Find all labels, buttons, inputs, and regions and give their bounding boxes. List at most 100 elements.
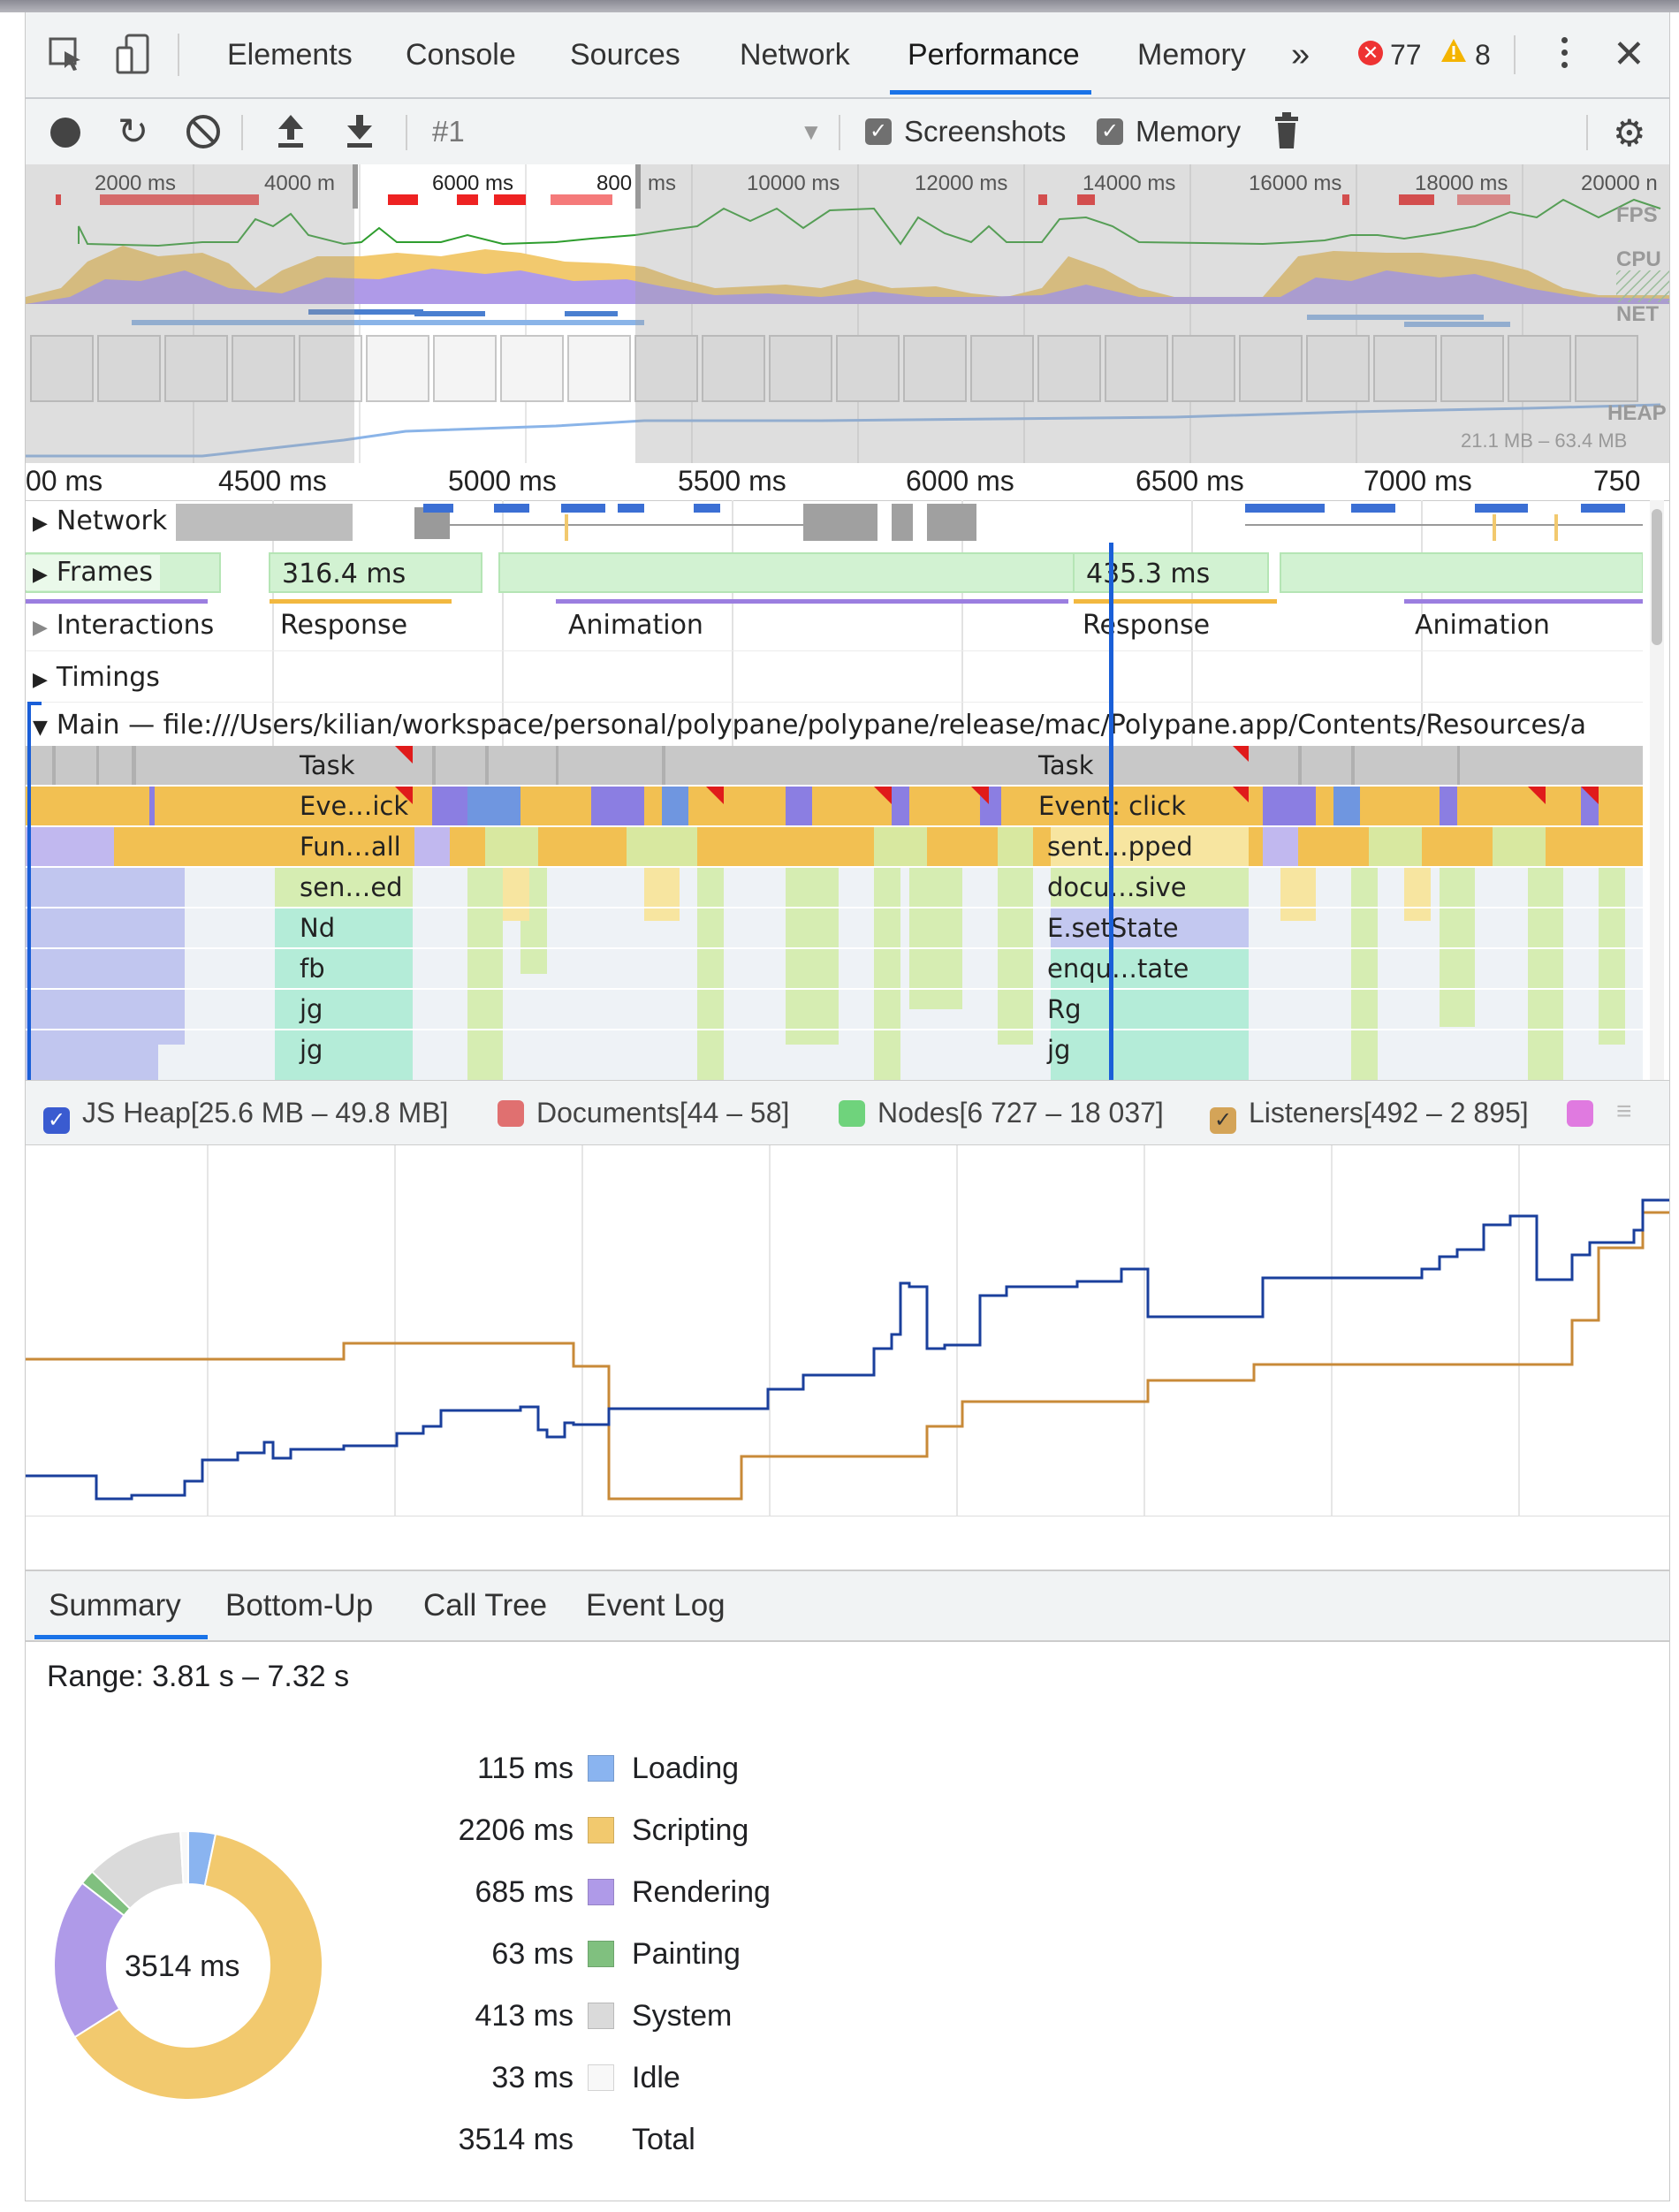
frame-duration[interactable]: 316.4 ms <box>282 559 406 589</box>
profile-dropdown-icon[interactable]: ▼ <box>800 118 823 146</box>
listeners-toggle[interactable]: ✓ Listeners[492 – 2 895] <box>1210 1097 1529 1134</box>
main-track-header[interactable]: ▼ Main — file:///Users/kilian/workspace/p… <box>33 710 1586 741</box>
frames-track-header[interactable]: ▶ Frames <box>26 555 161 590</box>
frames-track[interactable]: ▶ Frames 316.4 ms 435.3 ms <box>26 548 1643 596</box>
interaction-response[interactable]: Response <box>1083 610 1210 641</box>
download-icon[interactable] <box>344 111 376 155</box>
overview-tick: 16000 ms <box>1249 171 1342 195</box>
network-track[interactable]: ▶ Network <box>26 500 1643 544</box>
warning-count[interactable]: 8 <box>1475 12 1491 97</box>
painting-swatch <box>588 1941 614 1967</box>
interactions-track-header[interactable]: ▶ Interactions <box>33 610 214 641</box>
summary-value: 63 ms <box>491 1937 574 1971</box>
checkbox-checked-icon[interactable]: ✓ <box>1210 1107 1236 1134</box>
main-thread-track[interactable]: ▼ Main — file:///Users/kilian/workspace/p… <box>26 702 1643 747</box>
flame-entry[interactable]: enqu…tate <box>1038 949 1238 988</box>
tab-console[interactable]: Console <box>406 12 516 97</box>
more-tabs-button[interactable]: » <box>1291 12 1310 97</box>
flame-entry[interactable]: Eve…ick <box>291 787 411 825</box>
tab-network[interactable]: Network <box>740 12 850 97</box>
tracks-scrollbar[interactable] <box>1650 500 1664 1080</box>
flame-entry[interactable]: Nd <box>291 908 411 947</box>
warning-icon[interactable] <box>1440 37 1468 68</box>
gpu-memory-toggle[interactable] <box>1567 1097 1606 1129</box>
tab-bottom-up[interactable]: Bottom-Up <box>225 1571 373 1640</box>
close-icon[interactable]: ✕ <box>1613 32 1645 77</box>
tab-sources[interactable]: Sources <box>570 12 680 97</box>
tab-call-tree[interactable]: Call Tree <box>423 1571 547 1640</box>
garbage-collect-icon[interactable] <box>1273 111 1300 155</box>
reload-record-icon[interactable]: ↻ <box>118 110 148 153</box>
tab-event-log[interactable]: Event Log <box>586 1571 726 1640</box>
memory-label[interactable]: Memory <box>1136 115 1241 148</box>
timings-track-label: Timings <box>56 662 160 693</box>
summary-value: 3514 ms <box>458 2123 574 2156</box>
frame-duration[interactable]: 435.3 ms <box>1086 559 1210 589</box>
tab-performance[interactable]: Performance <box>908 12 1080 97</box>
record-button[interactable] <box>50 118 80 148</box>
flame-entry[interactable]: jg <box>1038 1030 1238 1069</box>
expand-triangle-icon[interactable]: ▶ <box>33 617 48 639</box>
interactions-track[interactable]: ▶ Interactions Response Animation Respons… <box>26 597 1643 649</box>
overview-tick: 14000 ms <box>1083 171 1176 195</box>
documents-toggle[interactable]: Documents[44 – 58] <box>498 1097 789 1129</box>
flame-entry[interactable]: jg <box>291 1030 411 1069</box>
tab-summary[interactable]: Summary <box>49 1571 181 1640</box>
flame-entry[interactable]: sent…pped <box>1038 827 1238 866</box>
interaction-animation[interactable]: Animation <box>568 610 703 641</box>
screenshots-label[interactable]: Screenshots <box>904 115 1066 148</box>
flame-entry[interactable]: Task <box>291 746 411 785</box>
overview-tick: ms <box>648 171 676 195</box>
devtools-tab-bar: Elements Console Sources Network Perform… <box>26 12 1669 99</box>
system-swatch <box>588 2003 614 2029</box>
flame-entry[interactable]: E.setState <box>1038 908 1238 947</box>
error-count[interactable]: 77 <box>1390 12 1422 97</box>
flame-entry[interactable]: docu…sive <box>1038 868 1238 907</box>
interaction-animation[interactable]: Animation <box>1415 610 1550 641</box>
flame-entry[interactable]: Rg <box>1038 990 1238 1029</box>
summary-value: 33 ms <box>491 2061 574 2094</box>
flame-entry[interactable]: sen…ed <box>291 868 411 907</box>
nodes-toggle[interactable]: Nodes[6 727 – 18 037] <box>839 1097 1164 1129</box>
timings-track[interactable]: ▶ Timings <box>26 650 1643 701</box>
overview-graph <box>26 164 1669 463</box>
error-icon[interactable]: ✕ <box>1358 41 1383 65</box>
settings-gear-icon[interactable]: ⚙ <box>1613 111 1646 155</box>
network-track-header[interactable]: ▶ Network <box>26 502 175 541</box>
ruler-tick: 6500 ms <box>1136 465 1244 497</box>
interaction-response[interactable]: Response <box>280 610 407 641</box>
flame-entry[interactable]: fb <box>291 949 411 988</box>
memory-counters-legend: ✓ JS Heap[25.6 MB – 49.8 MB] Documents[44… <box>26 1080 1669 1145</box>
tab-memory[interactable]: Memory <box>1137 12 1246 97</box>
expand-triangle-icon[interactable]: ▶ <box>33 564 48 586</box>
flame-entry[interactable]: jg <box>291 990 411 1029</box>
summary-value: 2206 ms <box>458 1813 574 1847</box>
timeline-overview[interactable]: 2000 ms 4000 m 6000 ms 800 ms 10000 ms 1… <box>26 164 1669 463</box>
js-heap-toggle[interactable]: ✓ JS Heap[25.6 MB – 49.8 MB] <box>43 1097 448 1134</box>
memory-checkbox[interactable]: ✓ <box>1097 118 1123 145</box>
summary-label: Total <box>632 2123 695 2156</box>
flame-entry[interactable]: Task <box>1029 746 1229 785</box>
inspect-element-icon[interactable] <box>49 37 84 77</box>
flame-entry[interactable]: Event: click <box>1029 787 1229 825</box>
nodes-label: Nodes[6 727 – 18 037] <box>877 1097 1164 1129</box>
tab-elements[interactable]: Elements <box>227 12 353 97</box>
checkbox-checked-icon[interactable]: ✓ <box>43 1107 70 1134</box>
timings-track-header[interactable]: ▶ Timings <box>33 662 160 693</box>
checkbox-unchecked-icon[interactable] <box>839 1100 865 1127</box>
flame-chart[interactable]: Task Eve…ick Fun…all sen…ed Nd fb jg jg … <box>26 746 1643 1080</box>
screenshots-checkbox[interactable]: ✓ <box>865 118 892 145</box>
upload-icon[interactable] <box>275 111 307 155</box>
expand-triangle-icon[interactable]: ▶ <box>33 669 48 691</box>
flame-entry[interactable]: Fun…all <box>291 827 411 866</box>
checkbox-unchecked-icon[interactable] <box>498 1100 524 1127</box>
checkbox-unchecked-icon[interactable] <box>1567 1100 1593 1127</box>
drag-handle-icon[interactable]: ≡ <box>1616 1097 1632 1127</box>
profile-select[interactable]: #1 <box>432 115 465 148</box>
memory-graph[interactable] <box>26 1145 1669 1517</box>
expand-triangle-icon[interactable]: ▶ <box>33 513 48 535</box>
more-options-icon[interactable] <box>1561 37 1569 68</box>
device-toolbar-icon[interactable] <box>116 34 151 79</box>
ruler-tick: 750 <box>1593 465 1641 497</box>
clear-icon[interactable] <box>186 115 220 148</box>
